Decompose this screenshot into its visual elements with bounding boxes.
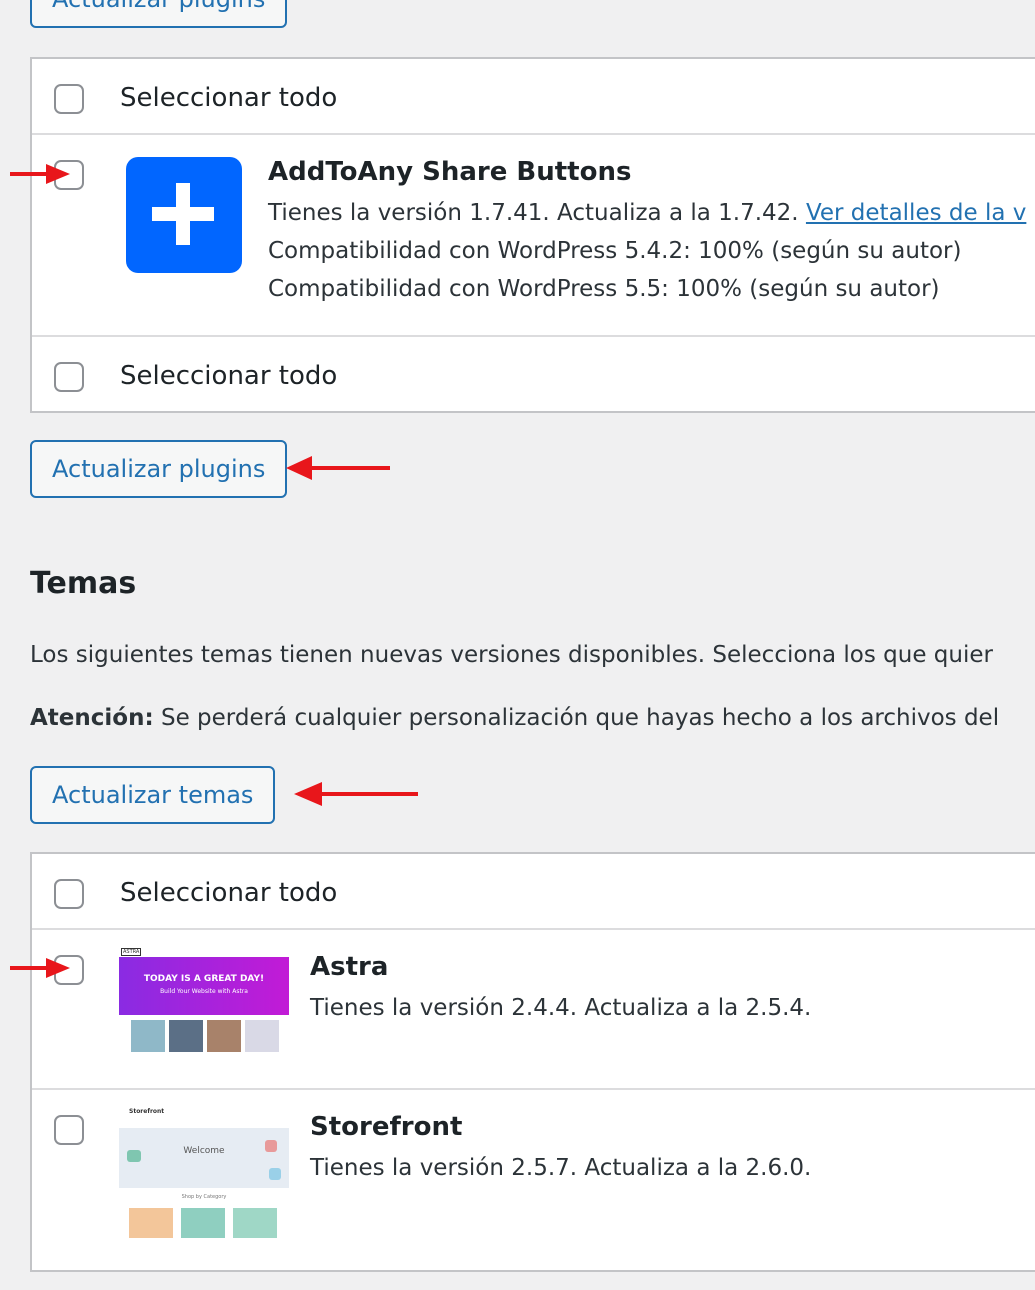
theme-version-storefront: Tienes la versión 2.5.7. Actualiza a la … bbox=[310, 1155, 812, 1181]
annotation-arrow-astra-checkbox bbox=[10, 958, 70, 978]
plugin-details-link[interactable]: Ver detalles de la v bbox=[806, 200, 1026, 226]
select-all-label: Seleccionar todo bbox=[120, 83, 338, 113]
select-all-row-bottom: Seleccionar todo bbox=[32, 335, 1035, 413]
plugin-row: AddToAny Share Buttons Tienes la versión… bbox=[32, 133, 1035, 337]
plugin-compat-2: Compatibilidad con WordPress 5.5: 100% (… bbox=[268, 276, 940, 302]
theme-checkbox-storefront[interactable] bbox=[54, 1115, 84, 1145]
theme-row-astra: ASTRA TODAY IS A GREAT DAY! Build Your W… bbox=[32, 928, 1035, 1090]
thumb-headline: Welcome bbox=[183, 1146, 225, 1156]
plugins-table: Seleccionar todo AddToAny Share Buttons … bbox=[30, 57, 1035, 413]
annotation-arrow-plugin-checkbox bbox=[10, 164, 70, 184]
plugin-version-text: Tienes la versión 1.7.41. Actualiza a la… bbox=[268, 200, 799, 226]
update-plugins-button[interactable]: Actualizar plugins bbox=[30, 440, 288, 498]
theme-thumbnail-astra: ASTRA TODAY IS A GREAT DAY! Build Your W… bbox=[119, 948, 289, 1068]
themes-select-all-row: Seleccionar todo bbox=[32, 854, 1035, 928]
thumb-subline: Shop by Category bbox=[181, 1194, 227, 1200]
theme-thumbnail-storefront: Storefront Welcome Shop by Category bbox=[119, 1108, 289, 1238]
theme-version-astra: Tienes la versión 2.4.4. Actualiza a la … bbox=[310, 995, 812, 1021]
plugin-icon bbox=[126, 157, 242, 273]
thumb-headline: TODAY IS A GREAT DAY! bbox=[143, 974, 265, 984]
update-plugins-button-top[interactable]: Actualizar plugins bbox=[30, 0, 288, 28]
plugin-version-line: Tienes la versión 1.7.41. Actualiza a la… bbox=[268, 200, 1026, 226]
select-all-checkbox[interactable] bbox=[54, 84, 84, 114]
themes-heading: Temas bbox=[30, 566, 137, 601]
plugin-compat-1: Compatibilidad con WordPress 5.4.2: 100%… bbox=[268, 238, 962, 264]
select-all-checkbox-bottom[interactable] bbox=[54, 362, 84, 392]
thumb-brand: Storefront bbox=[129, 1108, 165, 1115]
themes-warning: Atención: Se perderá cualquier personali… bbox=[30, 705, 999, 731]
annotation-arrow-update-themes bbox=[294, 782, 418, 806]
themes-select-all-checkbox[interactable] bbox=[54, 879, 84, 909]
select-all-row-top: Seleccionar todo bbox=[32, 59, 1035, 133]
plugin-name: AddToAny Share Buttons bbox=[268, 157, 632, 187]
theme-name-storefront: Storefront bbox=[310, 1112, 463, 1142]
select-all-label-bottom: Seleccionar todo bbox=[120, 361, 338, 391]
update-themes-button[interactable]: Actualizar temas bbox=[30, 766, 276, 824]
themes-table: Seleccionar todo ASTRA TODAY IS A GREAT … bbox=[30, 852, 1035, 1272]
theme-name-astra: Astra bbox=[310, 952, 389, 982]
annotation-arrow-update-plugins bbox=[286, 456, 390, 480]
thumb-brand: ASTRA bbox=[121, 948, 142, 956]
themes-select-all-label: Seleccionar todo bbox=[120, 878, 338, 908]
warning-text: Se perderá cualquier personalización que… bbox=[153, 705, 1000, 731]
themes-description: Los siguientes temas tienen nuevas versi… bbox=[30, 642, 993, 668]
warning-label: Atención: bbox=[30, 705, 154, 731]
thumb-subline: Build Your Website with Astra bbox=[160, 988, 248, 995]
theme-row-storefront: Storefront Welcome Shop by Category Stor… bbox=[32, 1088, 1035, 1290]
